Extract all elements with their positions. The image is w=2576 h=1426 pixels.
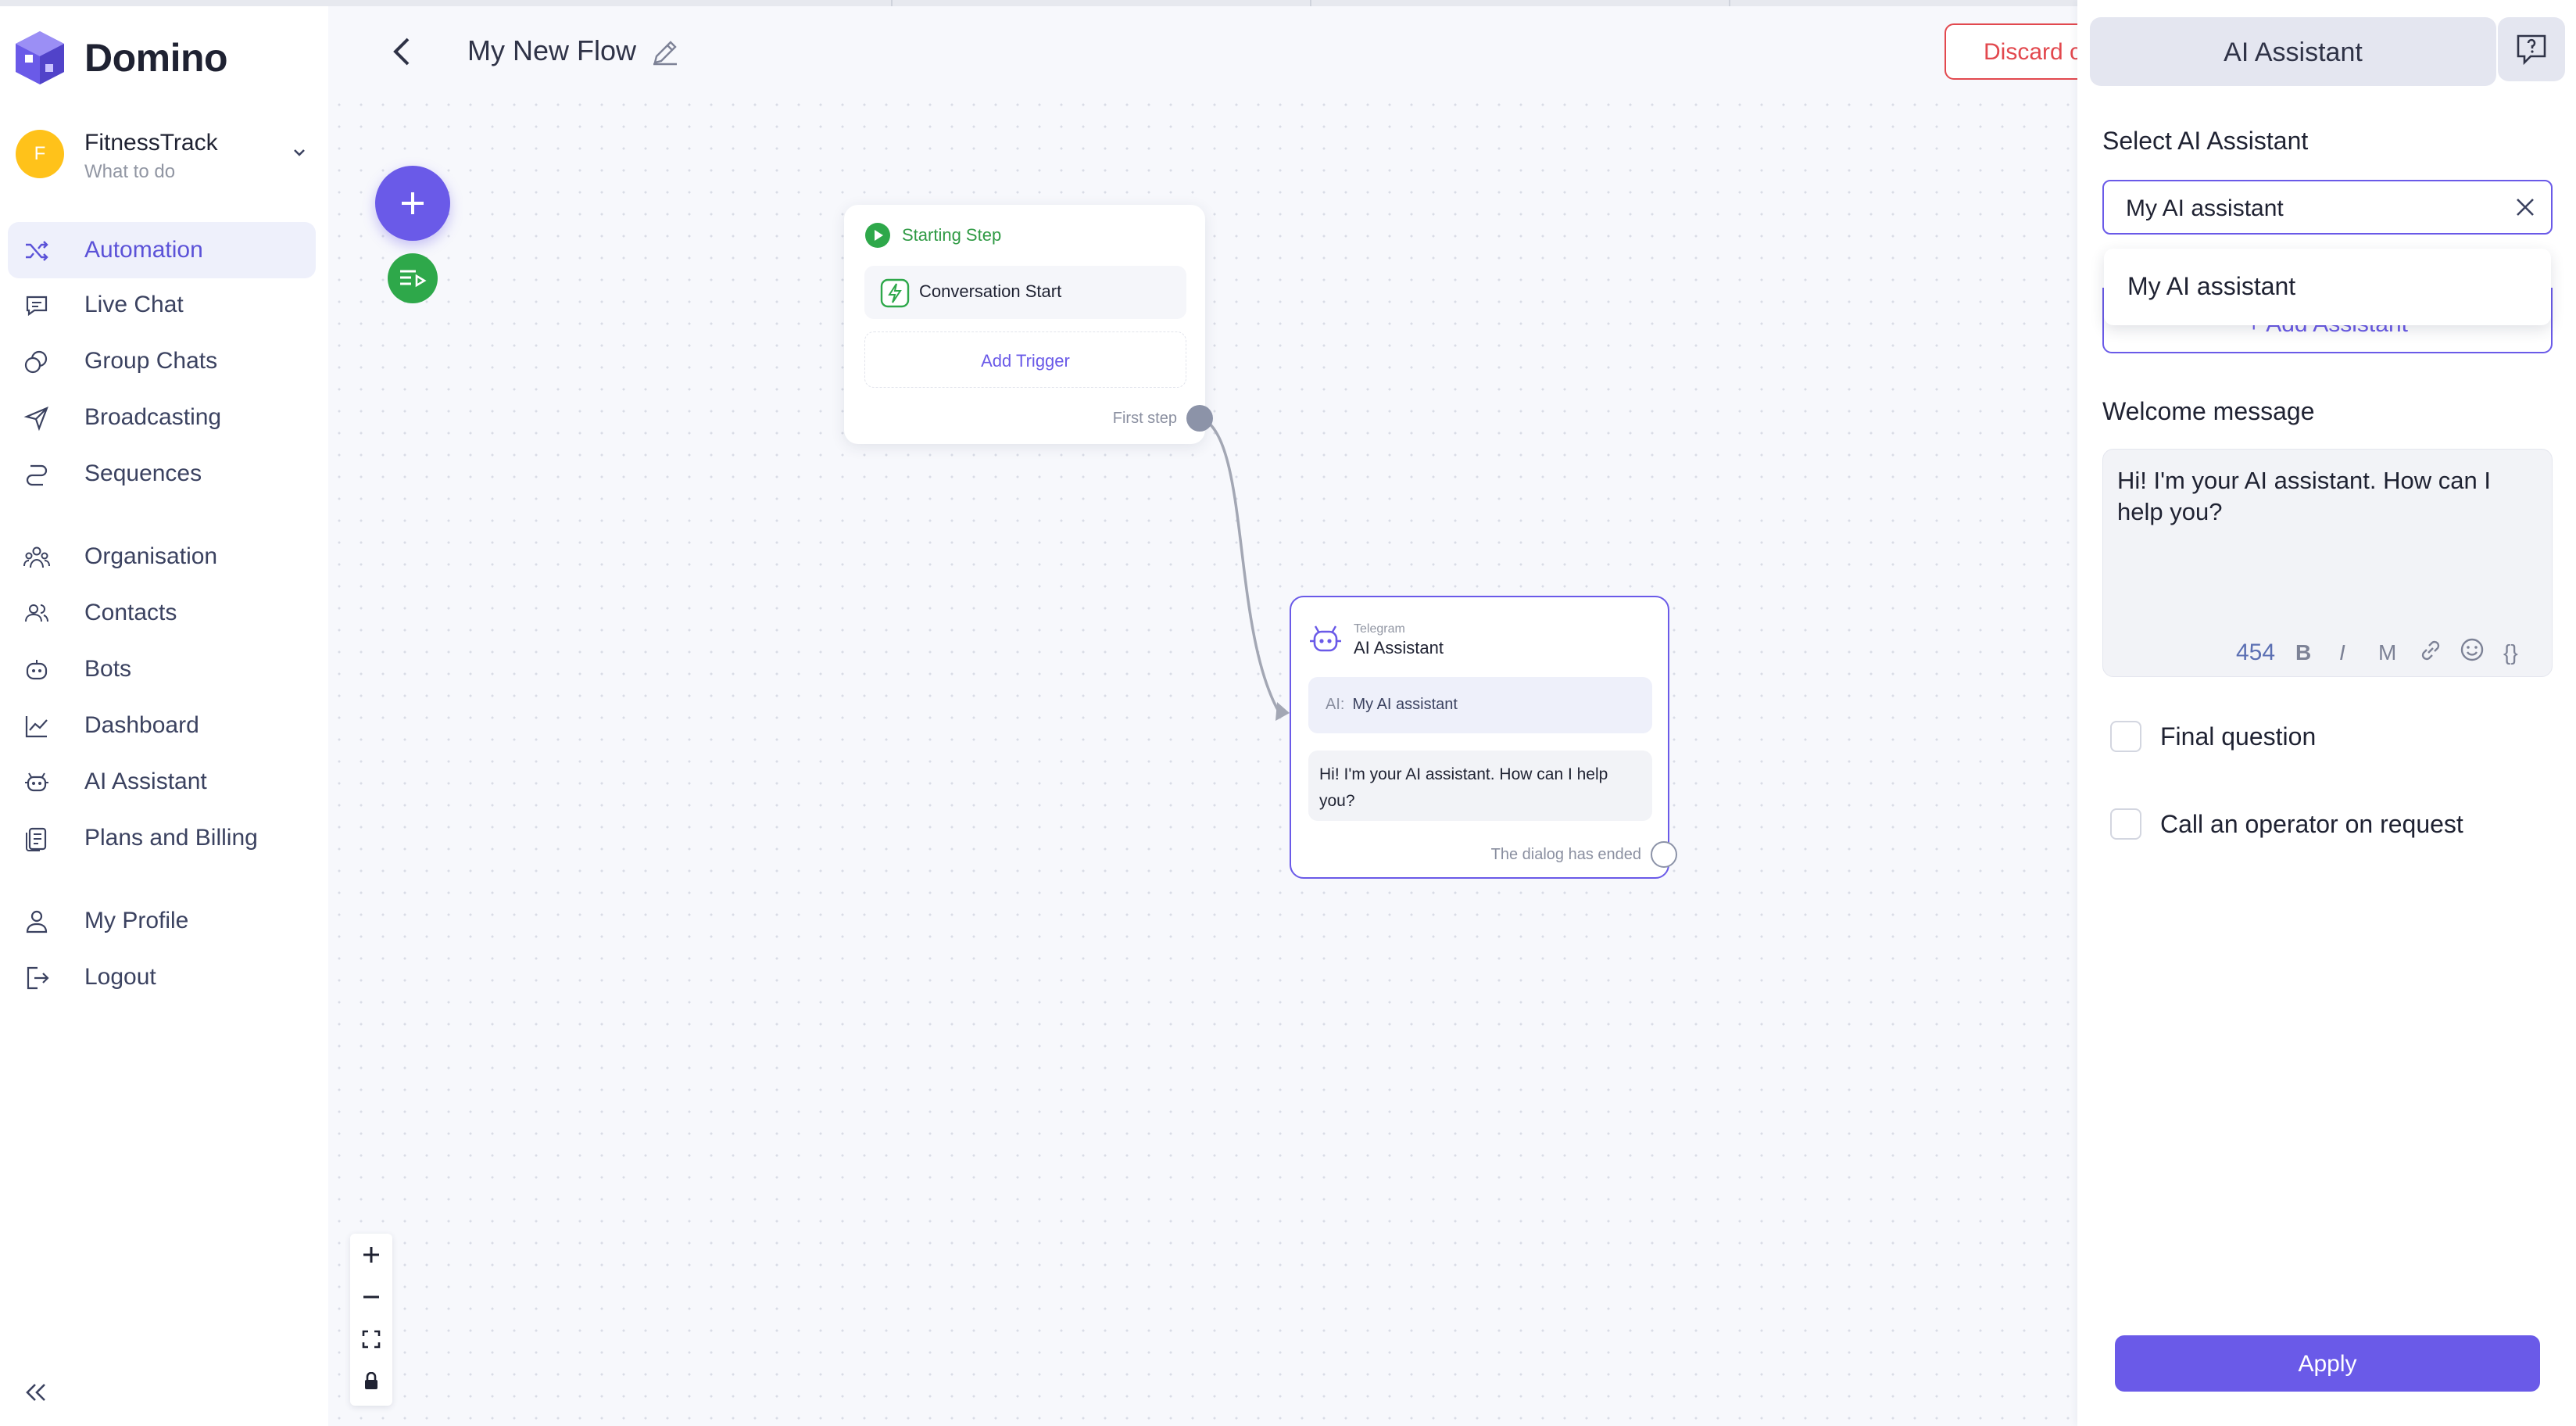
welcome-message-input[interactable]: Hi! I'm your AI assistant. How can I hel… (2102, 449, 2553, 677)
ai-name: My AI assistant (1352, 696, 1458, 713)
dialog-ended-port[interactable] (1651, 841, 1677, 868)
dropdown-option[interactable]: My AI assistant (2104, 249, 2551, 325)
fit-view-button[interactable] (350, 1318, 392, 1360)
variables-button[interactable]: {} (2503, 637, 2518, 668)
call-operator-checkbox[interactable] (2110, 808, 2141, 840)
starting-step-title: Starting Step (902, 225, 1002, 245)
first-step-label: First step (1112, 410, 1177, 427)
italic-button[interactable]: I (2339, 637, 2345, 668)
ai-assistant-chip[interactable]: AI: My AI assistant (1308, 677, 1652, 733)
char-counter: 454 (2236, 640, 2276, 665)
ai-robot-icon (1310, 625, 1341, 652)
lock-canvas-button[interactable] (350, 1360, 392, 1403)
markdown-button[interactable]: M (2378, 637, 2396, 668)
trigger-label: Conversation Start (919, 281, 1062, 301)
node-title: AI Assistant (1354, 638, 1444, 657)
ai-welcome-message[interactable]: Hi! I'm your AI assistant. How can I hel… (1308, 751, 1652, 821)
select-ai-label: Select AI Assistant (2102, 127, 2309, 155)
zoom-controls (350, 1234, 392, 1406)
minus-icon (363, 1295, 379, 1299)
final-question-label: Final question (2160, 722, 2317, 751)
help-button[interactable] (2498, 17, 2565, 81)
first-step-port[interactable] (1186, 405, 1213, 432)
call-operator-label: Call an operator on request (2160, 809, 2463, 838)
format-toolbar: 454 B I M {} (2103, 631, 2553, 668)
ai-assistant-panel: AI Assistant Select AI Assistant + Add A… (2077, 0, 2576, 1426)
node-channel: Telegram (1354, 622, 1405, 636)
plus-icon (363, 1247, 379, 1263)
lightning-icon (880, 278, 910, 308)
final-question-checkbox[interactable] (2110, 721, 2141, 752)
trigger-conversation-start[interactable]: Conversation Start (864, 266, 1186, 319)
link-icon[interactable] (2419, 639, 2442, 662)
play-circle-icon (865, 223, 890, 248)
starting-step-node[interactable]: Starting Step Conversation Start Add Tri… (844, 205, 1205, 444)
add-trigger-button[interactable]: Add Trigger (864, 331, 1186, 388)
ai-assistant-node[interactable]: Telegram AI Assistant AI: My AI assistant… (1290, 596, 1669, 879)
welcome-message-label: Welcome message (2102, 397, 2315, 425)
ai-assistant-select[interactable]: My AI assistant (2102, 180, 2553, 235)
final-question-row[interactable]: Final question (2110, 721, 2316, 752)
dialog-ended-label: The dialog has ended (1490, 846, 1641, 863)
ai-prefix: AI: (1326, 696, 1345, 713)
welcome-message-text: Hi! I'm your AI assistant. How can I hel… (2117, 467, 2491, 525)
selected-value: My AI assistant (2126, 195, 2284, 221)
clear-icon[interactable] (2513, 195, 2537, 219)
call-operator-row[interactable]: Call an operator on request (2110, 808, 2463, 840)
fullscreen-icon (362, 1330, 381, 1349)
bold-button[interactable]: B (2295, 637, 2311, 668)
apply-button[interactable]: Apply (2115, 1335, 2540, 1392)
zoom-out-button[interactable] (350, 1276, 392, 1318)
help-chat-icon (2517, 34, 2546, 66)
emoji-icon[interactable] (2460, 637, 2485, 662)
panel-tab-ai-assistant[interactable]: AI Assistant (2090, 17, 2496, 86)
zoom-in-button[interactable] (350, 1234, 392, 1276)
lock-icon (365, 1372, 377, 1389)
